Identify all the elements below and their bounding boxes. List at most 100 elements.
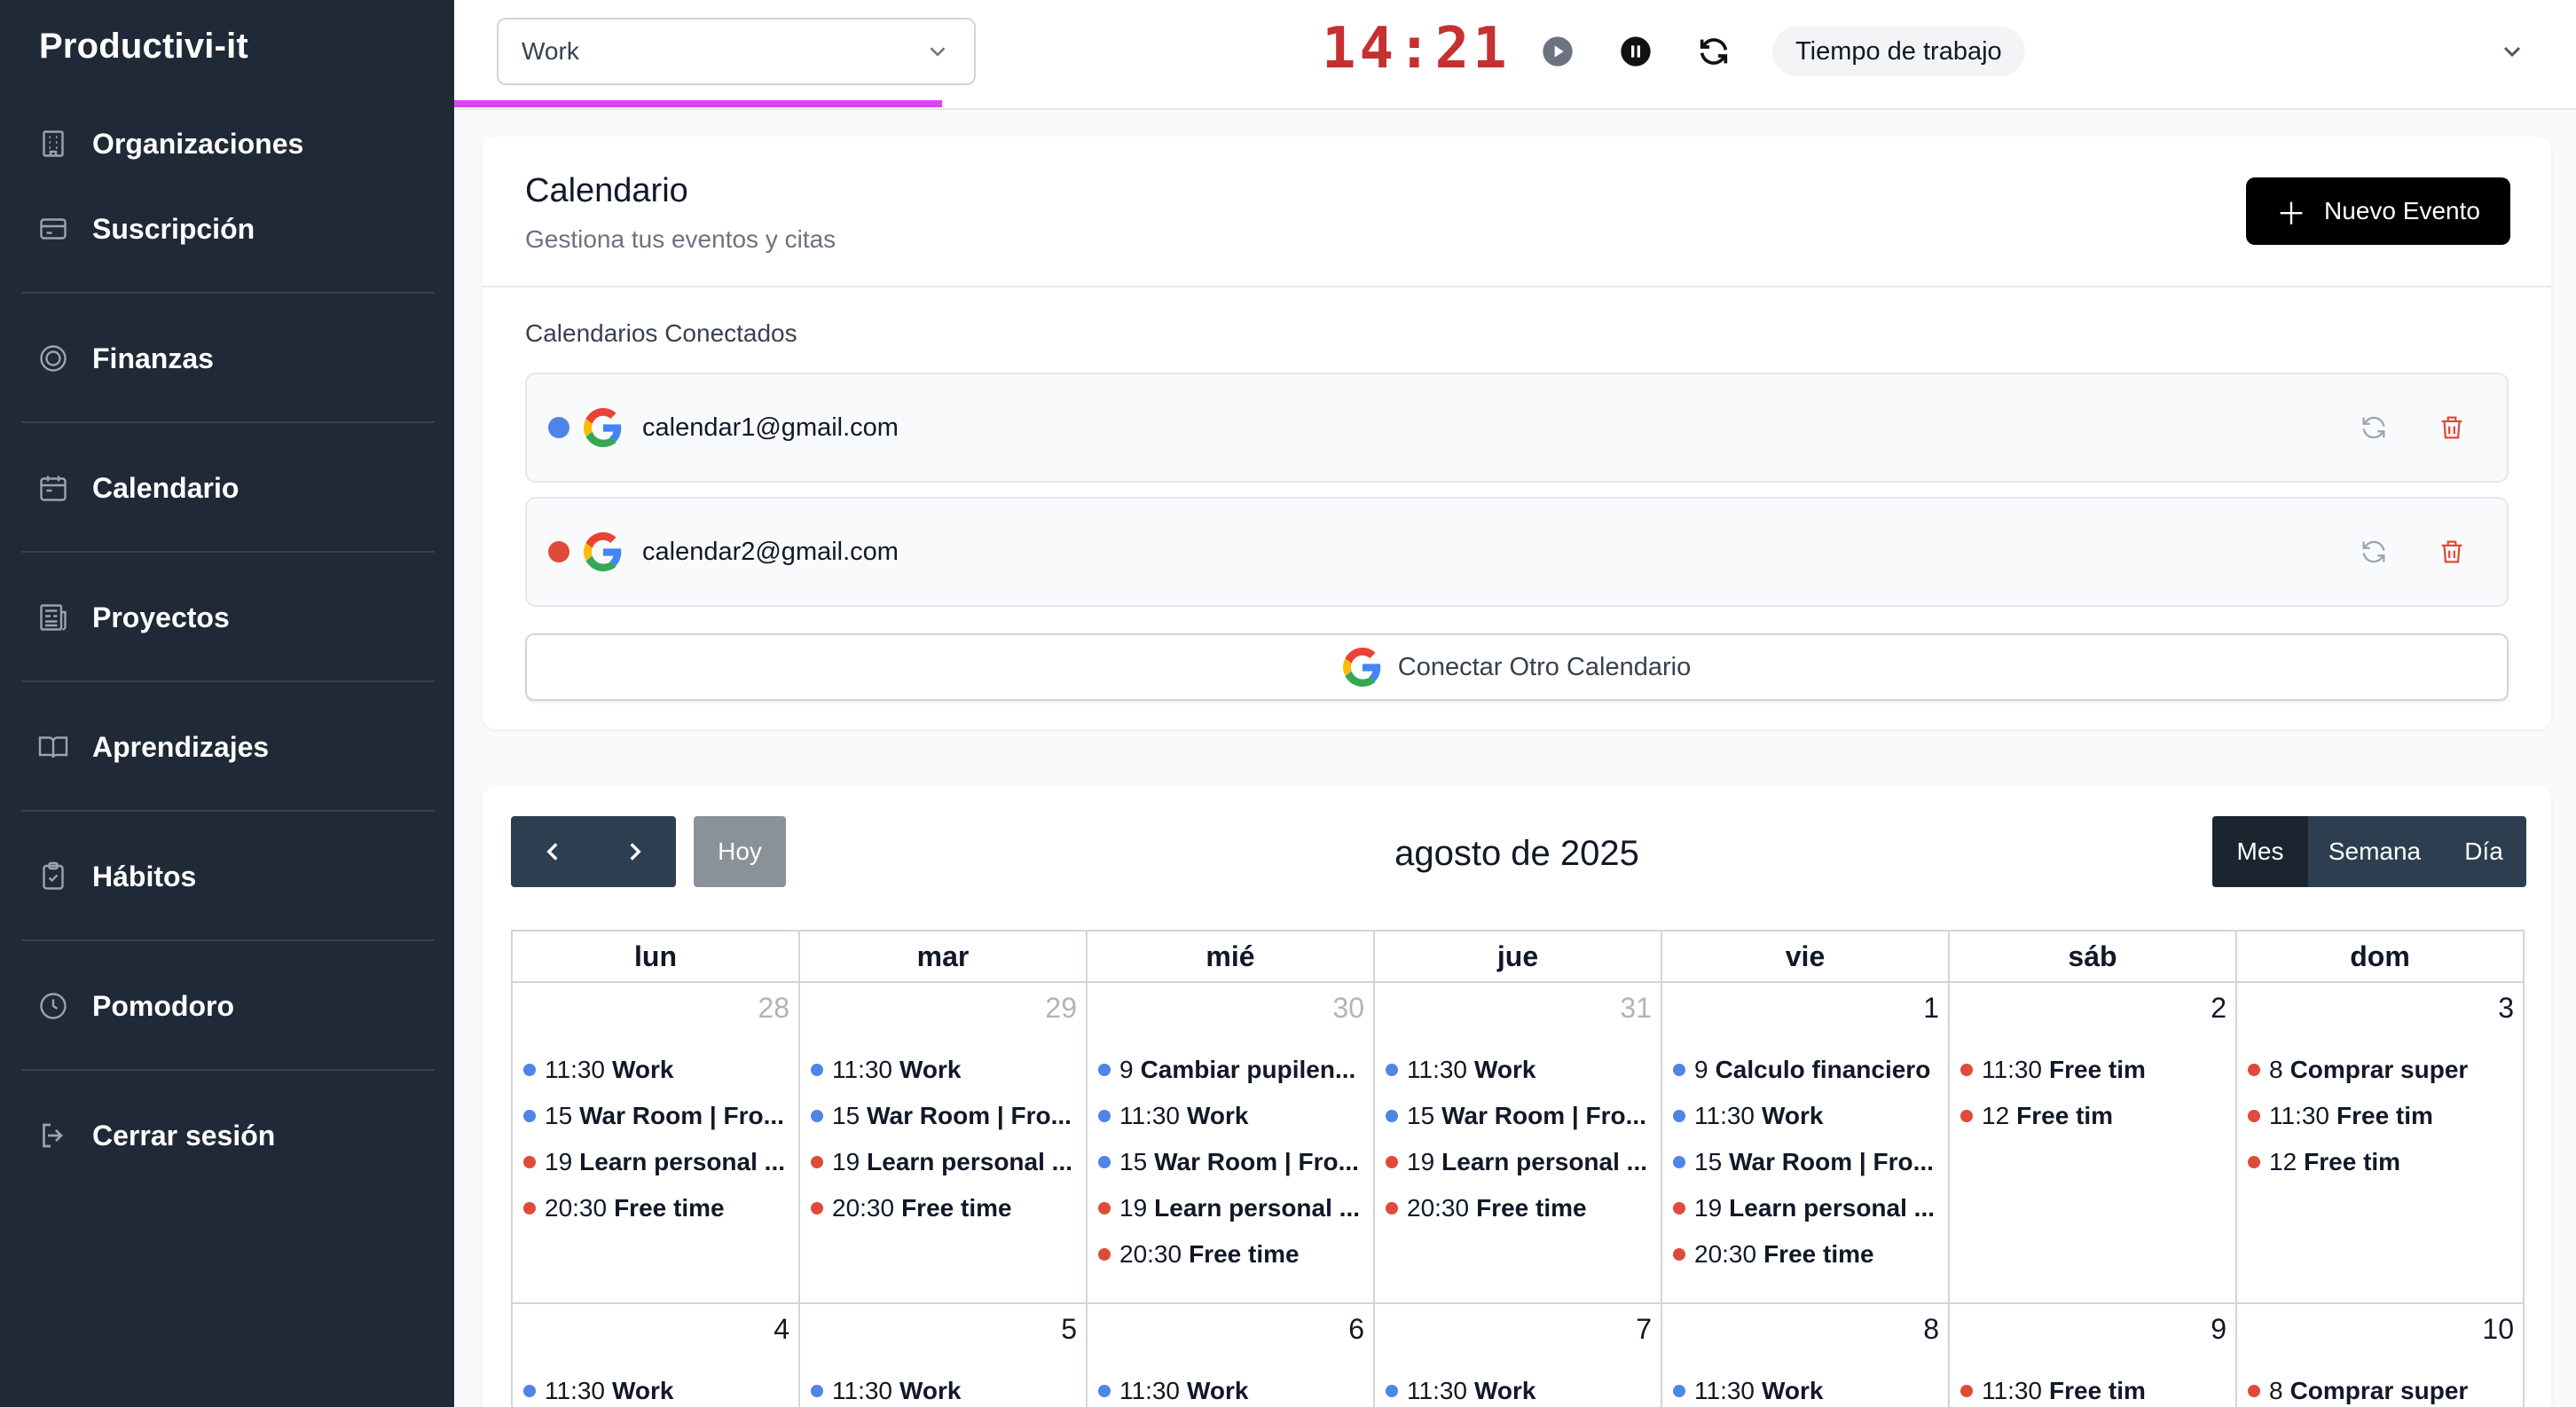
day-cell[interactable]: 5 11:30 Work [800,1304,1088,1407]
day-cell[interactable]: 3 8 Comprar super 11:30 Free tim 12 Free tim [2237,983,2525,1304]
calendar-event[interactable]: 8 Comprar super [2248,1368,2517,1407]
brand-logo[interactable]: Productivi-it [39,27,248,67]
event-title: Cambiar pupilen... [1140,1056,1356,1083]
event-title: War Room | Fro... [1441,1102,1646,1129]
calendar-event[interactable]: 20:30 Free time [1673,1231,1943,1277]
event-color-dot [1098,1202,1111,1214]
sidebar-item-label: Finanzas [92,342,214,374]
event-color-dot [1960,1064,1973,1076]
connect-calendar-button[interactable]: Conectar Otro Calendario [525,633,2509,701]
day-cell[interactable]: 1 9 Calculo financiero 11:30 Work 15 War Room … [1662,983,1950,1304]
calendar-event[interactable]: 9 Calculo financiero [1673,1047,1943,1093]
calendar-event[interactable]: 19 Learn personal ... [523,1139,793,1185]
new-event-button[interactable]: ＋ Nuevo Evento [2246,177,2510,245]
day-events: 9 Calculo financiero 11:30 Work 15 War Room |… [1673,1047,1943,1277]
calendar-event[interactable]: 11:30 Work [1386,1368,1655,1407]
day-cell[interactable]: 7 11:30 Work [1375,1304,1662,1407]
event-color-dot [1386,1202,1398,1214]
day-cell[interactable]: 8 11:30 Work [1662,1304,1950,1407]
calendar-event[interactable]: 11:30 Free tim [1960,1047,2230,1093]
event-title: War Room | Fro... [867,1102,1072,1129]
play-button[interactable] [1538,32,1577,71]
sidebar-item-aprendizajes[interactable]: Aprendizajes [35,720,426,774]
event-time: 12 [1982,1102,2010,1129]
day-events: 11:30 Work [1673,1368,1943,1407]
calendar-event[interactable]: 20:30 Free time [523,1185,793,1231]
calendar-event[interactable]: 20:30 Free time [811,1185,1080,1231]
event-title: Learn personal ... [579,1148,786,1175]
calendar-event[interactable]: 12 Free tim [1960,1093,2230,1139]
sidebar-item-label: Suscripción [92,212,255,245]
calendar-event[interactable]: 20:30 Free time [1098,1231,1368,1277]
sidebar-item-proyectos[interactable]: Proyectos [35,591,426,644]
event-color-dot [811,1385,823,1397]
calendar-event[interactable]: 11:30 Work [523,1047,793,1093]
calendar-event[interactable]: 11:30 Work [523,1368,793,1407]
calendar-event[interactable]: 11:30 Free tim [2248,1093,2517,1139]
day-cell[interactable]: 6 11:30 Work [1088,1304,1375,1407]
day-cell[interactable]: 4 11:30 Work [513,1304,800,1407]
event-color-dot [1386,1156,1398,1168]
calendar-event[interactable]: 19 Learn personal ... [1673,1185,1943,1231]
sync-calendar-button[interactable] [2354,532,2393,571]
day-cell[interactable]: 31 11:30 Work 15 War Room | Fro... 19 Learn pe… [1375,983,1662,1304]
day-cell[interactable]: 9 11:30 Free tim [1950,1304,2237,1407]
sidebar-item-finanzas[interactable]: Finanzas [35,332,426,385]
event-title: Free tim [2016,1102,2114,1129]
event-time: 20:30 [1119,1240,1182,1268]
calendar-event[interactable]: 11:30 Work [1673,1368,1943,1407]
pause-button[interactable] [1616,32,1655,71]
calendar-event[interactable]: 8 Comprar super [2248,1047,2517,1093]
calendar-event[interactable]: 19 Learn personal ... [811,1139,1080,1185]
event-title: Free time [1763,1240,1874,1268]
calendar-event[interactable]: 12 Free tim [2248,1139,2517,1185]
calendar-event[interactable]: 15 War Room | Fro... [1673,1139,1943,1185]
sidebar-divider [21,939,435,941]
calendar-event[interactable]: 11:30 Free tim [1960,1368,2230,1407]
calendar-event[interactable]: 19 Learn personal ... [1386,1139,1655,1185]
calendar-event[interactable]: 11:30 Work [811,1047,1080,1093]
calendar-event[interactable]: 11:30 Work [1386,1047,1655,1093]
target-icon [35,341,71,376]
calendar-color-dot [548,417,569,438]
day-cell[interactable]: 28 11:30 Work 15 War Room | Fro... 19 Learn pe… [513,983,800,1304]
sidebar-item-habitos[interactable]: Hábitos [35,850,426,903]
calendar-event[interactable]: 11:30 Work [811,1368,1080,1407]
calendar-event[interactable]: 20:30 Free time [1386,1185,1655,1231]
calendar-event[interactable]: 11:30 Work [1673,1093,1943,1139]
day-cell[interactable]: 30 9 Cambiar pupilen... 11:30 Work 15 War Room… [1088,983,1375,1304]
day-number: 7 [1636,1313,1652,1345]
day-cell[interactable]: 10 8 Comprar super [2237,1304,2525,1407]
calendar-event[interactable]: 15 War Room | Fro... [1098,1139,1368,1185]
sidebar-item-calendario[interactable]: Calendario [35,461,426,515]
calendar-event[interactable]: 15 War Room | Fro... [811,1093,1080,1139]
sidebar-item-cerrar-sesion[interactable]: Cerrar sesión [35,1109,426,1162]
weekday-label: lun [513,931,800,983]
account-email: calendar1@gmail.com [642,413,899,442]
calendar-event[interactable]: 15 War Room | Fro... [1386,1093,1655,1139]
delete-calendar-button[interactable] [2432,532,2471,571]
view-week-button[interactable]: Semana [2308,816,2441,887]
reset-button[interactable] [1694,32,1733,71]
calendar-event[interactable]: 11:30 Work [1098,1368,1368,1407]
calendar-event[interactable]: 15 War Room | Fro... [523,1093,793,1139]
view-day-button[interactable]: Día [2441,816,2526,887]
sidebar-item-organizaciones[interactable]: Organizaciones [35,117,426,170]
timer-mode-badge[interactable]: Tiempo de trabajo [1772,27,2025,76]
sync-calendar-button[interactable] [2354,408,2393,447]
sidebar-item-label: Hábitos [92,860,197,892]
calendar-event[interactable]: 11:30 Work [1098,1093,1368,1139]
day-cell[interactable]: 29 11:30 Work 15 War Room | Fro... 19 Learn pe… [800,983,1088,1304]
sidebar-item-pomodoro[interactable]: Pomodoro [35,979,426,1033]
day-cell[interactable]: 2 11:30 Free tim 12 Free tim [1950,983,2237,1304]
project-select[interactable]: Work [497,18,976,85]
chevron-down-icon [930,47,946,57]
calendar-event[interactable]: 19 Learn personal ... [1098,1185,1368,1231]
view-month-button[interactable]: Mes [2212,816,2308,887]
event-title: Learn personal ... [1441,1148,1648,1175]
delete-calendar-button[interactable] [2432,408,2471,447]
event-color-dot [523,1110,536,1122]
sidebar-item-suscripcion[interactable]: Suscripción [35,202,426,255]
user-menu-toggle[interactable] [2494,34,2530,69]
calendar-event[interactable]: 9 Cambiar pupilen... [1098,1047,1368,1093]
